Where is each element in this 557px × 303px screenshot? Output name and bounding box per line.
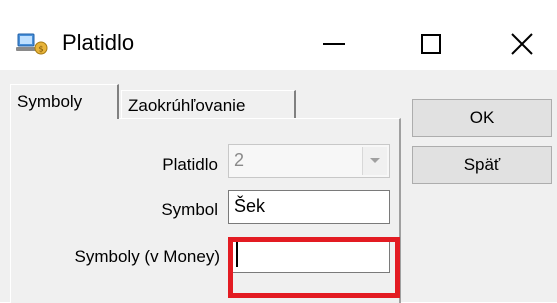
back-button[interactable]: Späť — [412, 146, 552, 184]
symbol-field[interactable]: Šek — [228, 190, 390, 224]
symboly-money-label: Symboly (v Money) — [74, 247, 220, 266]
tab-symboly[interactable]: Symboly — [10, 84, 119, 119]
chevron-down-icon[interactable] — [362, 147, 387, 175]
close-button[interactable] — [487, 20, 557, 68]
minimize-icon — [323, 43, 345, 45]
symbol-value: Šek — [234, 196, 266, 216]
dialog-window: $ Platidlo Symboly Zaokrúhľovanie Platid… — [0, 0, 557, 303]
platidlo-select[interactable]: 2 — [228, 144, 390, 178]
tab-zaokruhlovanie[interactable]: Zaokrúhľovanie — [121, 90, 296, 120]
ok-button[interactable]: OK — [412, 99, 552, 137]
highlight-box — [228, 237, 400, 298]
minimize-button[interactable] — [299, 20, 369, 68]
maximize-icon — [421, 34, 441, 54]
symbol-label: Symbol — [161, 200, 218, 219]
svg-text:$: $ — [39, 45, 44, 54]
maximize-button[interactable] — [396, 20, 466, 68]
money-app-icon: $ — [15, 30, 49, 56]
title-bar[interactable]: $ Platidlo — [0, 0, 557, 70]
platidlo-label: Platidlo — [162, 155, 218, 174]
window-title: Platidlo — [62, 30, 135, 55]
platidlo-value: 2 — [234, 150, 245, 170]
close-icon — [511, 33, 533, 55]
